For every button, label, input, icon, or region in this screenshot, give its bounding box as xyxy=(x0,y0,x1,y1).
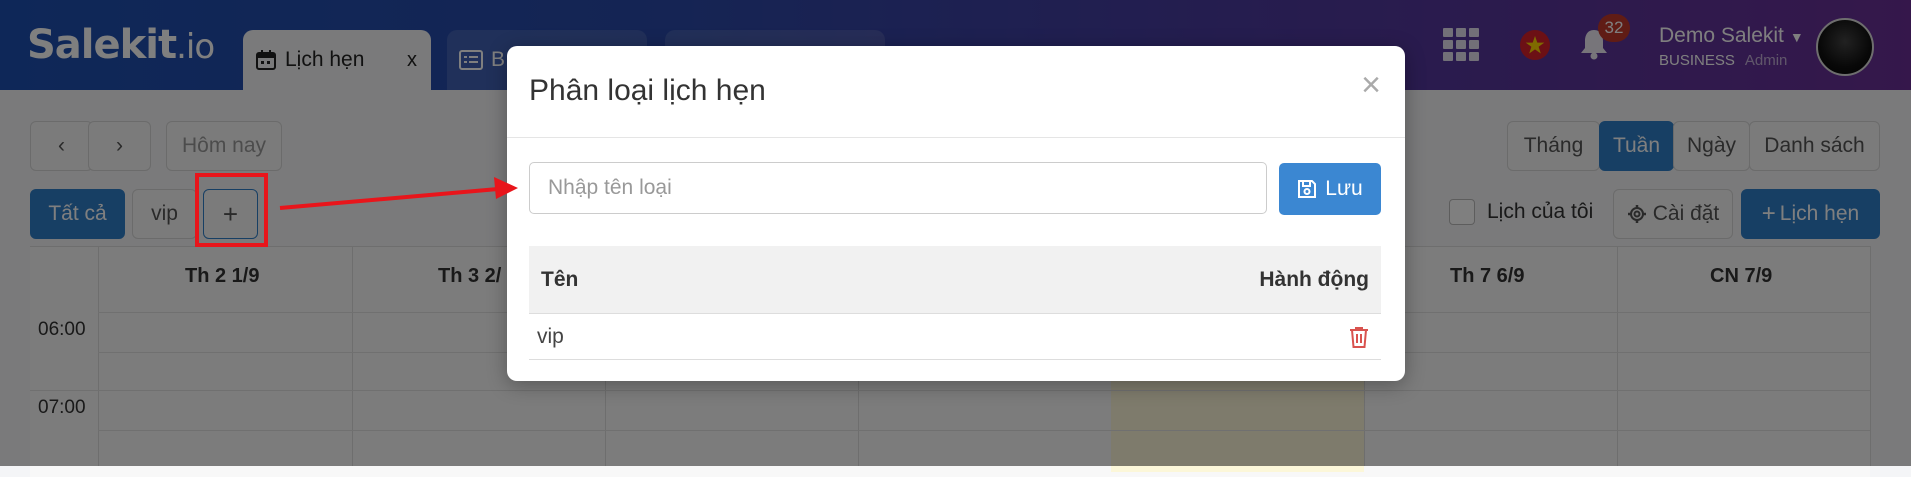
annotation-arrow xyxy=(279,177,518,210)
